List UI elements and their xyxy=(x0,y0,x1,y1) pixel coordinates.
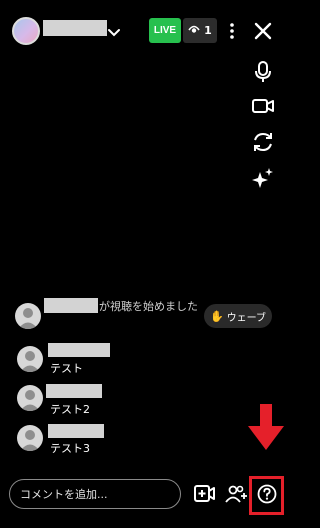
add-video-guest-icon[interactable] xyxy=(193,483,217,509)
wave-hand-icon: ✋ xyxy=(209,309,224,323)
video-camera-icon[interactable] xyxy=(251,94,275,118)
viewer-count: 1 xyxy=(204,24,212,37)
help-button[interactable] xyxy=(249,476,284,515)
commenter-avatar xyxy=(17,346,43,372)
comment-text: テスト2 xyxy=(50,403,90,416)
chevron-down-icon[interactable] xyxy=(107,23,121,42)
commenter-name-redacted xyxy=(48,343,110,357)
join-message: が視聴を始めました xyxy=(99,300,198,313)
comment-input[interactable] xyxy=(9,479,181,509)
live-badge: LIVE xyxy=(149,18,181,43)
more-vertical-icon[interactable] xyxy=(227,20,237,42)
microphone-icon[interactable] xyxy=(251,60,275,84)
help-icon xyxy=(257,484,277,508)
commenter-name-redacted xyxy=(46,384,102,398)
live-label: LIVE xyxy=(153,25,177,36)
flip-camera-icon[interactable] xyxy=(251,130,275,154)
comment-text: テスト3 xyxy=(50,442,90,455)
host-avatar[interactable] xyxy=(12,17,40,45)
viewer-count-badge[interactable]: 1 xyxy=(183,18,217,43)
host-name-redacted xyxy=(43,20,107,36)
commenter-name-redacted xyxy=(48,424,104,438)
wave-button-label: ウェーブ xyxy=(226,312,267,324)
add-person-icon[interactable] xyxy=(225,484,249,508)
commenter-avatar xyxy=(17,385,43,411)
annotation-arrow-down-icon xyxy=(246,404,286,456)
eye-icon xyxy=(188,24,200,37)
commenter-avatar xyxy=(17,425,43,451)
effects-sparkle-icon[interactable] xyxy=(251,166,275,190)
wave-button[interactable]: ✋ ウェーブ xyxy=(204,304,272,328)
comment-text: テスト xyxy=(50,362,83,375)
close-icon[interactable] xyxy=(253,21,273,45)
viewer-avatar xyxy=(15,303,41,329)
